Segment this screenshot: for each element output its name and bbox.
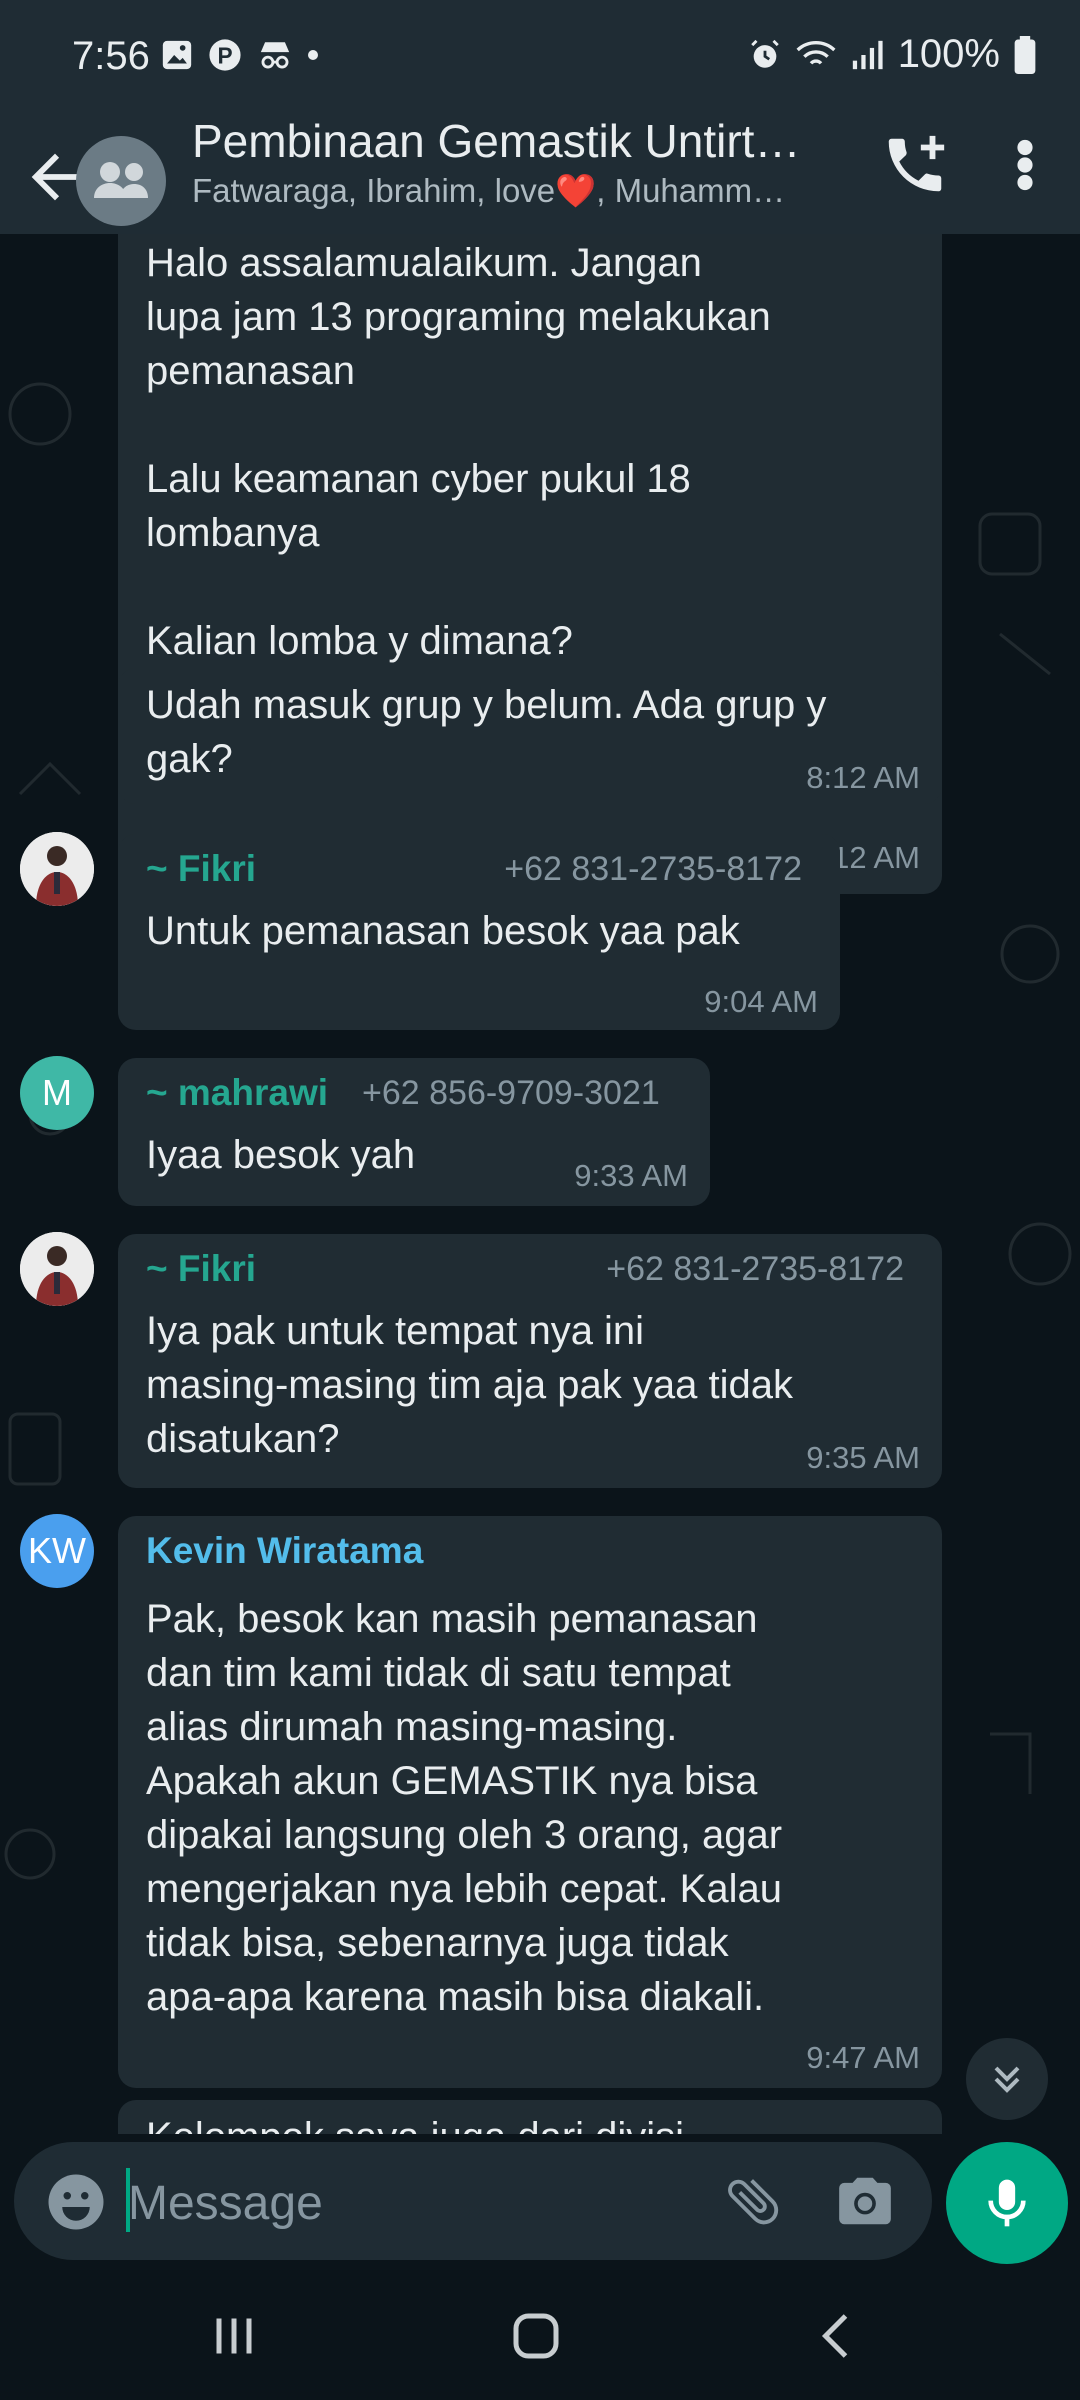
message-composer (14, 2142, 932, 2260)
more-notifications-dot (308, 50, 318, 60)
message-text: Kelompok saya juga dari divisi (146, 2110, 684, 2134)
message-bubble[interactable]: ~ mahrawi +62 856-9709-3021 Iyaa besok y… (118, 1058, 710, 1206)
message-list[interactable]: Halo assalamualaikum. Jangan lupa jam 13… (0, 234, 1080, 2134)
message-bubble[interactable]: ~ Fikri +62 831-2735-8172 Iya pak untuk … (118, 1234, 942, 1488)
more-vert-icon (1017, 139, 1033, 191)
gallery-icon (162, 40, 192, 70)
sender-phone: +62 856-9709-3021 (362, 1074, 660, 1112)
message-bubble[interactable]: Kelompok saya juga dari divisi (118, 2100, 942, 2134)
battery-percent: 100% (897, 32, 1000, 76)
sender-name[interactable]: ~ mahrawi (146, 1072, 328, 1114)
alarm-icon (750, 39, 779, 68)
avatar-photo (20, 832, 94, 906)
message-bubble[interactable]: Udah masuk grup y belum. Ada grup y gak?… (118, 668, 942, 804)
sender-name[interactable]: Kevin Wiratama (146, 1530, 423, 1572)
battery-icon (1014, 35, 1036, 74)
sender-avatar[interactable]: KW (20, 1514, 94, 1588)
sender-phone: +62 831-2735-8172 (606, 1250, 904, 1288)
message-text: Halo assalamualaikum. Jangan lupa jam 13… (146, 241, 771, 663)
notification-icons: P (160, 38, 318, 72)
message-time: 9:04 AM (704, 984, 818, 1019)
system-navigation-bar (0, 2274, 1080, 2400)
message-time: 9:35 AM (806, 1440, 920, 1475)
sender-name[interactable]: ~ Fikri (146, 1248, 256, 1290)
attach-icon[interactable] (722, 2170, 784, 2232)
message-text: Untuk pemanasan besok yaa pak (146, 909, 740, 953)
sender-phone: +62 831-2735-8172 (504, 850, 802, 888)
status-bar: 7:56 P 100% (0, 0, 1080, 120)
status-time: 7:56 (72, 34, 150, 78)
back-nav-icon[interactable] (808, 2306, 868, 2366)
avatar-initials: KW (28, 1530, 86, 1571)
message-text: Iyaa besok yah (146, 1133, 416, 1177)
pinterest-icon: P (209, 39, 241, 71)
sender-avatar[interactable] (20, 1232, 94, 1306)
message-time: 8:12 AM (806, 760, 920, 795)
svg-text:P: P (217, 43, 232, 69)
avatar-initial: M (42, 1072, 72, 1113)
chat-participants[interactable]: Fatwaraga, Ibrahim, love❤️, Muhamm… (192, 172, 785, 211)
camera-icon[interactable] (834, 2170, 896, 2232)
avatar-photo (20, 1232, 94, 1306)
message-bubble[interactable]: Kevin Wiratama Pak, besok kan masih pema… (118, 1516, 942, 2088)
message-time: 9:33 AM (574, 1158, 688, 1193)
sender-avatar[interactable]: M (20, 1056, 94, 1130)
message-text: Pak, besok kan masih pemanasan dan tim k… (146, 1597, 783, 2019)
wifi-icon (796, 40, 836, 65)
message-input[interactable] (126, 2172, 690, 2234)
double-chevron-down-icon (994, 2066, 1020, 2093)
system-icons: 100% (748, 32, 1036, 77)
emoji-icon[interactable] (46, 2172, 106, 2232)
voice-message-button[interactable] (946, 2142, 1068, 2264)
chat-title[interactable]: Pembinaan Gemastik Untirt… (192, 114, 800, 168)
add-call-button[interactable] (880, 130, 950, 200)
message-time: 9:47 AM (806, 2040, 920, 2075)
phone-add-icon (888, 135, 945, 192)
sender-avatar[interactable] (20, 832, 94, 906)
incognito-icon (260, 42, 290, 69)
scroll-to-bottom-button[interactable] (966, 2038, 1048, 2120)
group-icon (94, 162, 148, 198)
microphone-icon (988, 2179, 1026, 2227)
message-bubble[interactable]: ~ Fikri +62 831-2735-8172 Untuk pemanasa… (118, 834, 840, 1030)
home-icon[interactable] (506, 2306, 566, 2366)
recent-apps-icon[interactable] (204, 2306, 264, 2366)
signal-icon (852, 40, 883, 69)
overflow-menu-button[interactable] (1000, 130, 1050, 200)
sender-name[interactable]: ~ Fikri (146, 848, 256, 890)
group-avatar[interactable] (76, 136, 166, 226)
